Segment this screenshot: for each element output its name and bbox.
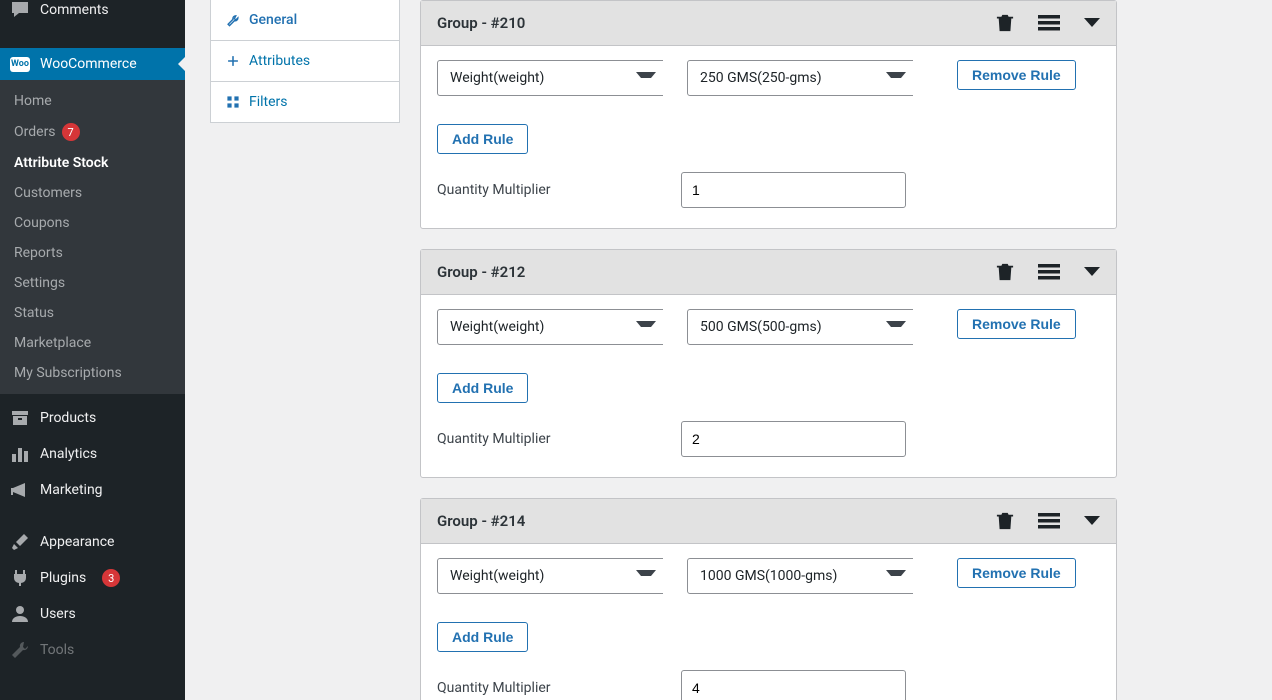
qty-multiplier-label: Quantity Multiplier (437, 431, 657, 447)
qty-multiplier-input[interactable] (681, 172, 906, 208)
group-header: Group - #210 (421, 1, 1116, 46)
submenu-item-customers[interactable]: Customers (0, 178, 185, 208)
menu-item-analytics[interactable]: Analytics (0, 436, 185, 472)
group-header: Group - #212 (421, 250, 1116, 295)
rule-group: Group - #210 Weight(weight) 250 GMS(250-… (420, 0, 1117, 229)
add-rule-button[interactable]: Add Rule (437, 124, 528, 154)
menu-label: Marketing (40, 482, 103, 498)
term-select[interactable]: 250 GMS(250-gms) (687, 60, 917, 96)
tab-label: Attributes (249, 53, 310, 69)
chevron-down-icon[interactable] (1084, 266, 1100, 278)
drag-handle-icon[interactable] (1038, 512, 1060, 530)
menu-label: Appearance (40, 534, 114, 550)
trash-icon[interactable] (996, 13, 1014, 33)
comment-icon (10, 0, 30, 20)
menu-item-marketing[interactable]: Marketing (0, 472, 185, 508)
qty-multiplier-input[interactable] (681, 670, 906, 700)
menu-label: WooCommerce (40, 56, 137, 72)
admin-sidebar: Comments Woo WooCommerce Home Orders 7 A… (0, 0, 185, 700)
group-header: Group - #214 (421, 499, 1116, 544)
menu-label: Comments (40, 2, 109, 18)
menu-item-comments[interactable]: Comments (0, 0, 185, 28)
chevron-down-icon[interactable] (1084, 17, 1100, 29)
trash-icon[interactable] (996, 511, 1014, 531)
qty-multiplier-label: Quantity Multiplier (437, 680, 657, 696)
plus-icon (225, 53, 241, 69)
rule-group: Group - #214 Weight(weight) 1000 GMS(100… (420, 498, 1117, 700)
bar-chart-icon (10, 444, 30, 464)
right-gutter (1137, 0, 1272, 700)
remove-rule-button[interactable]: Remove Rule (957, 309, 1076, 339)
add-rule-button[interactable]: Add Rule (437, 622, 528, 652)
archive-icon (10, 408, 30, 428)
menu-item-woocommerce[interactable]: Woo WooCommerce (0, 48, 185, 80)
tab-label: Filters (249, 94, 288, 110)
tab-label: General (249, 12, 297, 28)
tab-filters[interactable]: Filters (211, 82, 399, 122)
remove-rule-button[interactable]: Remove Rule (957, 558, 1076, 588)
megaphone-icon (10, 480, 30, 500)
submenu-item-orders[interactable]: Orders 7 (0, 116, 185, 148)
group-title: Group - #210 (437, 14, 525, 32)
menu-item-appearance[interactable]: Appearance (0, 524, 185, 560)
wrench-icon (225, 12, 241, 28)
term-select[interactable]: 1000 GMS(1000-gms) (687, 558, 917, 594)
menu-label: Tools (40, 642, 74, 658)
plug-icon (10, 568, 30, 588)
submenu-item-reports[interactable]: Reports (0, 238, 185, 268)
orders-count-badge: 7 (62, 123, 80, 141)
submenu-item-coupons[interactable]: Coupons (0, 208, 185, 238)
remove-rule-button[interactable]: Remove Rule (957, 60, 1076, 90)
plugins-count-badge: 3 (102, 569, 120, 587)
groups-container: Group - #210 Weight(weight) 250 GMS(250-… (420, 0, 1117, 700)
menu-item-plugins[interactable]: Plugins 3 (0, 560, 185, 596)
attribute-select[interactable]: Weight(weight) (437, 60, 667, 96)
menu-label: Analytics (40, 446, 97, 462)
submenu-item-attribute-stock[interactable]: Attribute Stock (0, 148, 185, 178)
qty-multiplier-label: Quantity Multiplier (437, 182, 657, 198)
submenu-item-marketplace[interactable]: Marketplace (0, 328, 185, 358)
attribute-select[interactable]: Weight(weight) (437, 309, 667, 345)
wrench-icon (10, 640, 30, 660)
trash-icon[interactable] (996, 262, 1014, 282)
chevron-down-icon[interactable] (1084, 515, 1100, 527)
group-title: Group - #214 (437, 512, 525, 530)
qty-multiplier-input[interactable] (681, 421, 906, 457)
brush-icon (10, 532, 30, 552)
grid-icon (225, 94, 241, 110)
woocommerce-submenu: Home Orders 7 Attribute Stock Customers … (0, 80, 185, 394)
user-icon (10, 604, 30, 624)
menu-label: Products (40, 410, 96, 426)
add-rule-button[interactable]: Add Rule (437, 373, 528, 403)
term-select[interactable]: 500 GMS(500-gms) (687, 309, 917, 345)
menu-label: Plugins (40, 570, 86, 586)
submenu-item-status[interactable]: Status (0, 298, 185, 328)
tab-attributes[interactable]: Attributes (211, 41, 399, 82)
menu-item-tools[interactable]: Tools (0, 632, 185, 668)
rule-group: Group - #212 Weight(weight) 500 GMS(500-… (420, 249, 1117, 478)
tab-general[interactable]: General (211, 0, 399, 41)
group-title: Group - #212 (437, 263, 525, 281)
menu-item-products[interactable]: Products (0, 400, 185, 436)
woocommerce-icon: Woo (10, 57, 30, 72)
settings-tabs-panel: General Attributes Filters (210, 0, 400, 123)
attribute-select[interactable]: Weight(weight) (437, 558, 667, 594)
submenu-item-home[interactable]: Home (0, 86, 185, 116)
drag-handle-icon[interactable] (1038, 14, 1060, 32)
drag-handle-icon[interactable] (1038, 263, 1060, 281)
submenu-item-settings[interactable]: Settings (0, 268, 185, 298)
menu-item-users[interactable]: Users (0, 596, 185, 632)
submenu-item-my-subscriptions[interactable]: My Subscriptions (0, 358, 185, 388)
menu-label: Users (40, 606, 76, 622)
